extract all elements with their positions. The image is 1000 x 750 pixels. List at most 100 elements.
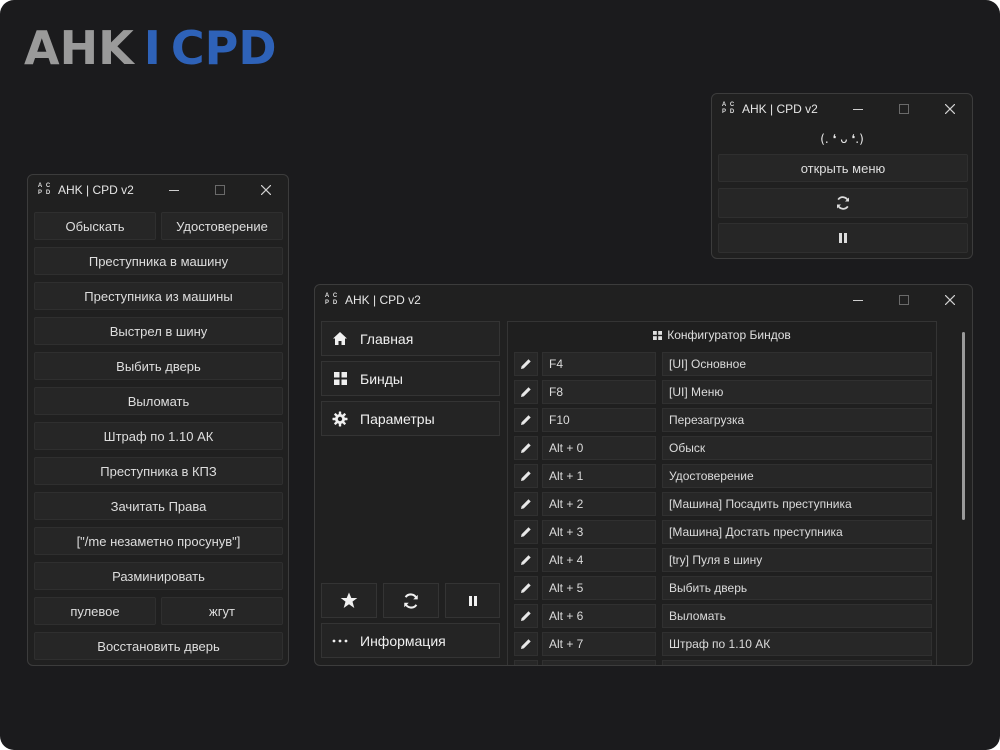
app-icon: AC PD	[324, 293, 338, 306]
pencil-icon	[521, 583, 531, 593]
edit-bind-button[interactable]	[514, 548, 538, 572]
panel-title-text: Конфигуратор Биндов	[667, 328, 791, 342]
close-button[interactable]	[927, 285, 972, 315]
bind-key[interactable]: F10	[542, 408, 656, 432]
me-text-button[interactable]: ["/me незаметно просунув"]	[34, 527, 283, 555]
mini-window-titlebar[interactable]: AC PD AHK | CPD v2	[712, 94, 972, 124]
tourniquet-button[interactable]: жгут	[161, 597, 283, 625]
close-button[interactable]	[243, 175, 288, 205]
quick-actions-window: AC PD AHK | CPD v2 Обыскать Удостоверени…	[27, 174, 289, 666]
bind-action[interactable]: [UI] Основное	[662, 352, 932, 376]
nav-home[interactable]: Главная	[321, 321, 500, 356]
bind-action[interactable]: Штраф по 1.10 АК	[662, 632, 932, 656]
edit-bind-button[interactable]	[514, 352, 538, 376]
edit-bind-button[interactable]	[514, 464, 538, 488]
reload-button[interactable]	[383, 583, 439, 618]
knock-door-button[interactable]: Выбить дверь	[34, 352, 283, 380]
pause-button[interactable]	[445, 583, 500, 618]
bind-key[interactable]: Alt + 2	[542, 492, 656, 516]
edit-bind-button[interactable]	[514, 632, 538, 656]
close-icon	[945, 295, 955, 305]
nav-binds[interactable]: Бинды	[321, 361, 500, 396]
edit-bind-button[interactable]	[514, 408, 538, 432]
edit-bind-button[interactable]	[514, 576, 538, 600]
edit-bind-button[interactable]	[514, 380, 538, 404]
bind-key[interactable]: Alt + 4	[542, 548, 656, 572]
edit-bind-button[interactable]	[514, 604, 538, 628]
pencil-icon	[521, 471, 531, 481]
brand-logo: AHK I CPD	[24, 24, 277, 72]
edit-bind-button[interactable]	[514, 520, 538, 544]
close-button[interactable]	[927, 94, 972, 124]
search-button[interactable]: Обыскать	[34, 212, 156, 240]
to-car-button[interactable]: Преступника в машину	[34, 247, 283, 275]
favorite-button[interactable]	[321, 583, 377, 618]
bind-key[interactable]: Alt + 3	[542, 520, 656, 544]
bind-key[interactable]: F4	[542, 352, 656, 376]
pencil-icon	[521, 499, 531, 509]
minimize-button[interactable]	[835, 94, 881, 124]
bind-action[interactable]: Обыск	[662, 436, 932, 460]
nav-info[interactable]: Информация	[321, 623, 500, 658]
bind-key[interactable]: Alt + 0	[542, 436, 656, 460]
pause-icon	[468, 595, 477, 606]
quick-actions-titlebar[interactable]: AC PD AHK | CPD v2	[28, 175, 288, 205]
bind-key[interactable]	[542, 660, 656, 665]
refresh-icon	[404, 592, 418, 609]
id-button[interactable]: Удостоверение	[161, 212, 283, 240]
bind-action[interactable]: [try] Пуля в шину	[662, 548, 932, 572]
open-menu-button[interactable]: открыть меню	[718, 154, 968, 182]
refresh-icon	[837, 196, 849, 210]
brand-logo-separator: I	[143, 21, 161, 75]
bind-key[interactable]: Alt + 7	[542, 632, 656, 656]
more-dots-icon	[330, 639, 350, 643]
bind-action[interactable]: [Машина] Посадить преступника	[662, 492, 932, 516]
edit-bind-button[interactable]	[514, 660, 538, 665]
refresh-button[interactable]	[718, 188, 968, 218]
maximize-button[interactable]	[881, 94, 927, 124]
status-emoticon: (. ❛ ᴗ ❛.)	[820, 132, 864, 146]
minimize-button[interactable]	[151, 175, 197, 205]
bind-key[interactable]: F8	[542, 380, 656, 404]
pencil-icon	[521, 611, 531, 621]
grid-icon	[330, 372, 350, 385]
maximize-button[interactable]	[881, 285, 927, 315]
edit-bind-button[interactable]	[514, 436, 538, 460]
restore-door-button[interactable]: Восстановить дверь	[34, 632, 283, 660]
pencil-icon	[521, 555, 531, 565]
pencil-icon	[521, 443, 531, 453]
read-rights-button[interactable]: Зачитать Права	[34, 492, 283, 520]
nav-settings[interactable]: Параметры	[321, 401, 500, 436]
from-car-button[interactable]: Преступника из машины	[34, 282, 283, 310]
bind-action[interactable]: Выломать	[662, 604, 932, 628]
break-in-button[interactable]: Выломать	[34, 387, 283, 415]
bind-action[interactable]: Выбить дверь	[662, 576, 932, 600]
bind-action[interactable]	[662, 660, 932, 665]
bind-action[interactable]: [Машина] Достать преступника	[662, 520, 932, 544]
pencil-icon	[521, 415, 531, 425]
main-window-titlebar[interactable]: AC PD AHK | CPD v2	[315, 285, 972, 315]
brand-logo-part2: CPD	[170, 21, 277, 75]
tire-shot-button[interactable]: Выстрел в шину	[34, 317, 283, 345]
pause-button[interactable]	[718, 223, 968, 253]
window-title: AHK | CPD v2	[345, 293, 421, 307]
bind-action[interactable]: [UI] Меню	[662, 380, 932, 404]
nav-settings-label: Параметры	[360, 410, 435, 427]
fine-button[interactable]: Штраф по 1.10 АК	[34, 422, 283, 450]
pencil-icon	[521, 359, 531, 369]
home-icon	[330, 331, 350, 346]
bind-action[interactable]: Удостоверение	[662, 464, 932, 488]
binds-scrollbar[interactable]	[962, 332, 965, 520]
bullet-wound-button[interactable]: пулевое	[34, 597, 156, 625]
edit-bind-button[interactable]	[514, 492, 538, 516]
minimize-button[interactable]	[835, 285, 881, 315]
nav-binds-label: Бинды	[360, 370, 403, 387]
bind-key[interactable]: Alt + 1	[542, 464, 656, 488]
maximize-button[interactable]	[197, 175, 243, 205]
bind-action[interactable]: Перезагрузка	[662, 408, 932, 432]
bind-key[interactable]: Alt + 6	[542, 604, 656, 628]
demine-button[interactable]: Разминировать	[34, 562, 283, 590]
star-icon	[340, 592, 358, 608]
bind-key[interactable]: Alt + 5	[542, 576, 656, 600]
to-kpz-button[interactable]: Преступника в КПЗ	[34, 457, 283, 485]
